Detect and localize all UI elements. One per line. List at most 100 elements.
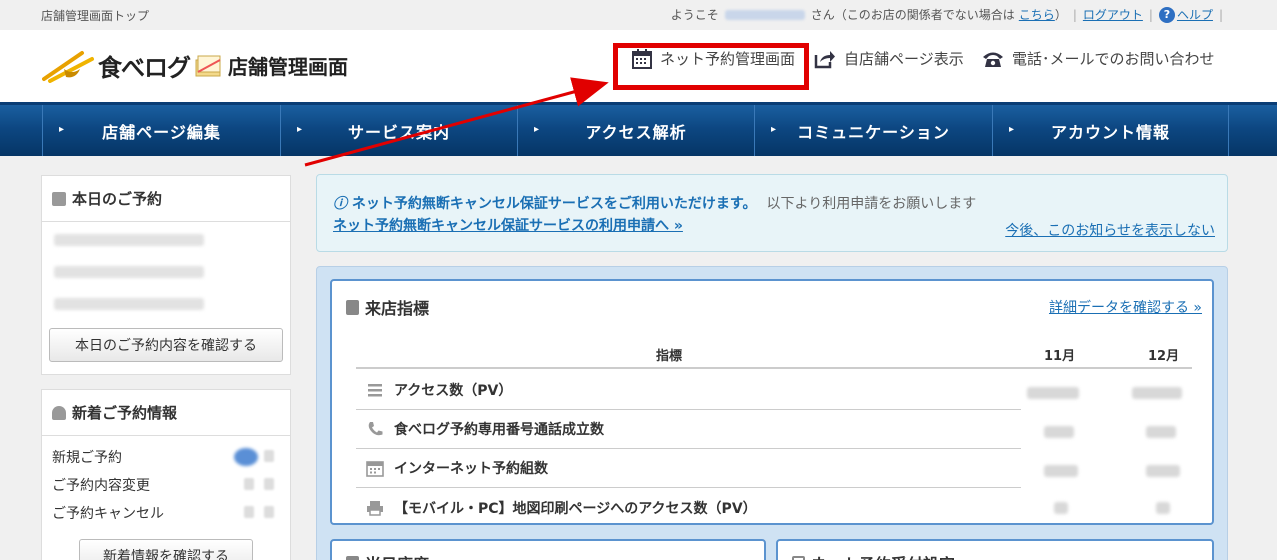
nav-item-account-info[interactable]: ▸ アカウント情報: [992, 105, 1229, 156]
logo-sub: 店舗管理画面: [228, 55, 348, 79]
breadcrumb: 店舗管理画面トップ: [41, 9, 150, 23]
value-blurred: [1146, 426, 1176, 438]
main-nav: ▸ 店舗ページ編集 ▸ サービス案内 ▸ アクセス解析 ▸ コミュニケーション …: [0, 102, 1277, 156]
metrics-table-header: 指標 11月 12月: [356, 337, 1192, 369]
nav-arrow-icon: ▸: [297, 124, 304, 135]
col-month-1: 11月: [1044, 349, 1076, 364]
notice-headline: ⓘ ネット予約無断キャンセル保証サービスをご利用いただけます。 以下より利用申請を…: [333, 196, 977, 212]
dashboard-area: 来店指標 詳細データを確認する » 指標 11月 12月 アクセス数（PV） 食…: [316, 266, 1228, 560]
value-blurred: [1156, 502, 1170, 514]
net-reservation-settings-title: ネット予約受付設定: [792, 551, 955, 560]
contact-label: 電話･メールでのお問い合わせ: [1012, 50, 1215, 68]
today-reservations-panel: 本日のご予約 本日のご予約内容を確認する: [41, 175, 291, 375]
info-icon: ⓘ: [333, 196, 352, 212]
new-reservations-panel: 新着ご予約情報 新規ご予約 ご予約内容変更 ご予約キャンセル 新着情報を確認する: [41, 389, 291, 560]
contact-link[interactable]: 電話･メールでのお問い合わせ: [982, 48, 1215, 69]
new-reservation-label: 新規ご予約: [52, 450, 122, 466]
user-menu: ようこそ さん（このお店の関係者でない場合は こちら ） | ログアウト | ?…: [671, 6, 1229, 23]
chopsticks-icon: [42, 50, 94, 83]
nav-label: サービス案内: [347, 122, 450, 142]
tabelog-logo[interactable]: 食べログ 店舗管理画面: [42, 48, 348, 83]
share-icon: [814, 50, 835, 68]
bag-icon: [346, 299, 359, 315]
logout-link[interactable]: ログアウト: [1083, 6, 1143, 23]
count-blurred: [264, 506, 274, 518]
check-new-info-button[interactable]: 新着情報を確認する: [79, 539, 253, 560]
reservation-cancel-label: ご予約キャンセル: [52, 506, 164, 522]
calendar-icon: [366, 461, 384, 477]
divider: |: [1072, 7, 1077, 22]
divider: |: [1148, 7, 1153, 22]
bag-icon: [52, 191, 66, 206]
table-row: アクセス数（PV）: [356, 371, 1021, 410]
cancel-guarantee-notice: ⓘ ネット予約無断キャンセル保証サービスをご利用いただけます。 以下より利用申請を…: [316, 174, 1228, 252]
nav-label: アクセス解析: [585, 122, 687, 142]
value-blurred: [1044, 426, 1074, 438]
hide-notice-link[interactable]: 今後、このお知らせを表示しない: [1005, 220, 1215, 240]
checkbox-icon: [792, 555, 805, 560]
list-icon: [368, 384, 382, 397]
bag-icon: [346, 555, 359, 560]
nav-label: アカウント情報: [1050, 122, 1170, 142]
reservation-change-label: ご予約内容変更: [52, 478, 150, 494]
help-link[interactable]: ヘルプ: [1177, 6, 1213, 23]
visit-metrics-card: 来店指標 詳細データを確認する » 指標 11月 12月 アクセス数（PV） 食…: [330, 279, 1214, 525]
count-blurred: [244, 506, 254, 518]
top-bar: 店舗管理画面トップ ようこそ さん（このお店の関係者でない場合は こちら ） |…: [0, 0, 1277, 30]
value-blurred: [1044, 465, 1078, 477]
seat-status-title: 当日座席: [346, 551, 429, 560]
notice-sub: 以下より利用申請をお願いします: [766, 196, 977, 212]
table-row: 【モバイル・PC】地図印刷ページへのアクセス数（PV）: [356, 488, 1021, 527]
reservation-row-blurred: [54, 266, 204, 278]
visit-metrics-title: 来店指標: [346, 295, 429, 319]
own-store-page-label: 自店舗ページ表示: [844, 50, 964, 68]
row-label: インターネット予約組数: [394, 461, 548, 477]
table-row: 食べログ予約専用番号通話成立数: [356, 410, 1021, 449]
username-blurred: [724, 9, 805, 20]
own-store-page-link[interactable]: 自店舗ページ表示: [814, 48, 964, 69]
phone-icon: [368, 422, 383, 436]
nav-label: 店舗ページ編集: [102, 122, 221, 142]
col-month-2: 12月: [1148, 349, 1180, 364]
close-paren: ）: [1054, 8, 1067, 22]
detail-data-link[interactable]: 詳細データを確認する »: [1049, 297, 1202, 317]
seat-status-card: 当日座席: [330, 539, 766, 560]
value-blurred: [1132, 387, 1182, 399]
nav-item-access-analytics[interactable]: ▸ アクセス解析: [517, 105, 754, 156]
row-label: 食べログ予約専用番号通話成立数: [394, 422, 604, 438]
nav-item-service-info[interactable]: ▸ サービス案内: [280, 105, 517, 156]
bell-icon: [52, 405, 66, 420]
not-staff-link[interactable]: こちら: [1019, 6, 1055, 23]
nav-arrow-icon: ▸: [534, 124, 541, 135]
count-badge-blurred: [234, 448, 258, 466]
row-label: 【モバイル・PC】地図印刷ページへのアクセス数（PV）: [394, 500, 757, 517]
book-icon: [195, 55, 221, 76]
today-reservations-title: 本日のご予約: [42, 176, 290, 222]
col-indicator: 指標: [656, 349, 683, 364]
welcome-prefix: ようこそ: [670, 8, 719, 22]
count-blurred: [264, 478, 274, 490]
value-blurred: [1146, 465, 1180, 477]
value-blurred: [1027, 387, 1079, 399]
apply-guarantee-link[interactable]: ネット予約無断キャンセル保証サービスの利用申請へ »: [333, 215, 683, 235]
reservation-row-blurred: [54, 234, 204, 246]
count-blurred: [244, 478, 254, 490]
check-today-reservations-button[interactable]: 本日のご予約内容を確認する: [49, 328, 283, 362]
net-reservation-settings-card: ネット予約受付設定: [776, 539, 1214, 560]
nav-arrow-icon: ▸: [771, 124, 778, 135]
printer-icon: [367, 500, 383, 516]
table-row: インターネット予約組数: [356, 449, 1021, 488]
nav-item-communication[interactable]: ▸ コミュニケーション: [754, 105, 992, 156]
phone-icon: [983, 52, 1003, 67]
row-label: アクセス数（PV）: [394, 383, 513, 399]
logo-main: 食べログ: [98, 54, 191, 82]
highlight-box: [613, 43, 809, 90]
new-reservations-title: 新着ご予約情報: [42, 390, 290, 436]
divider: |: [1218, 7, 1223, 22]
count-blurred: [264, 450, 274, 462]
nav-item-store-page-edit[interactable]: ▸ 店舗ページ編集: [42, 105, 280, 156]
reservation-row-blurred: [54, 298, 204, 310]
nav-arrow-icon: ▸: [59, 124, 66, 135]
help-icon[interactable]: ?: [1158, 6, 1175, 23]
nav-label: コミュニケーション: [797, 122, 950, 142]
